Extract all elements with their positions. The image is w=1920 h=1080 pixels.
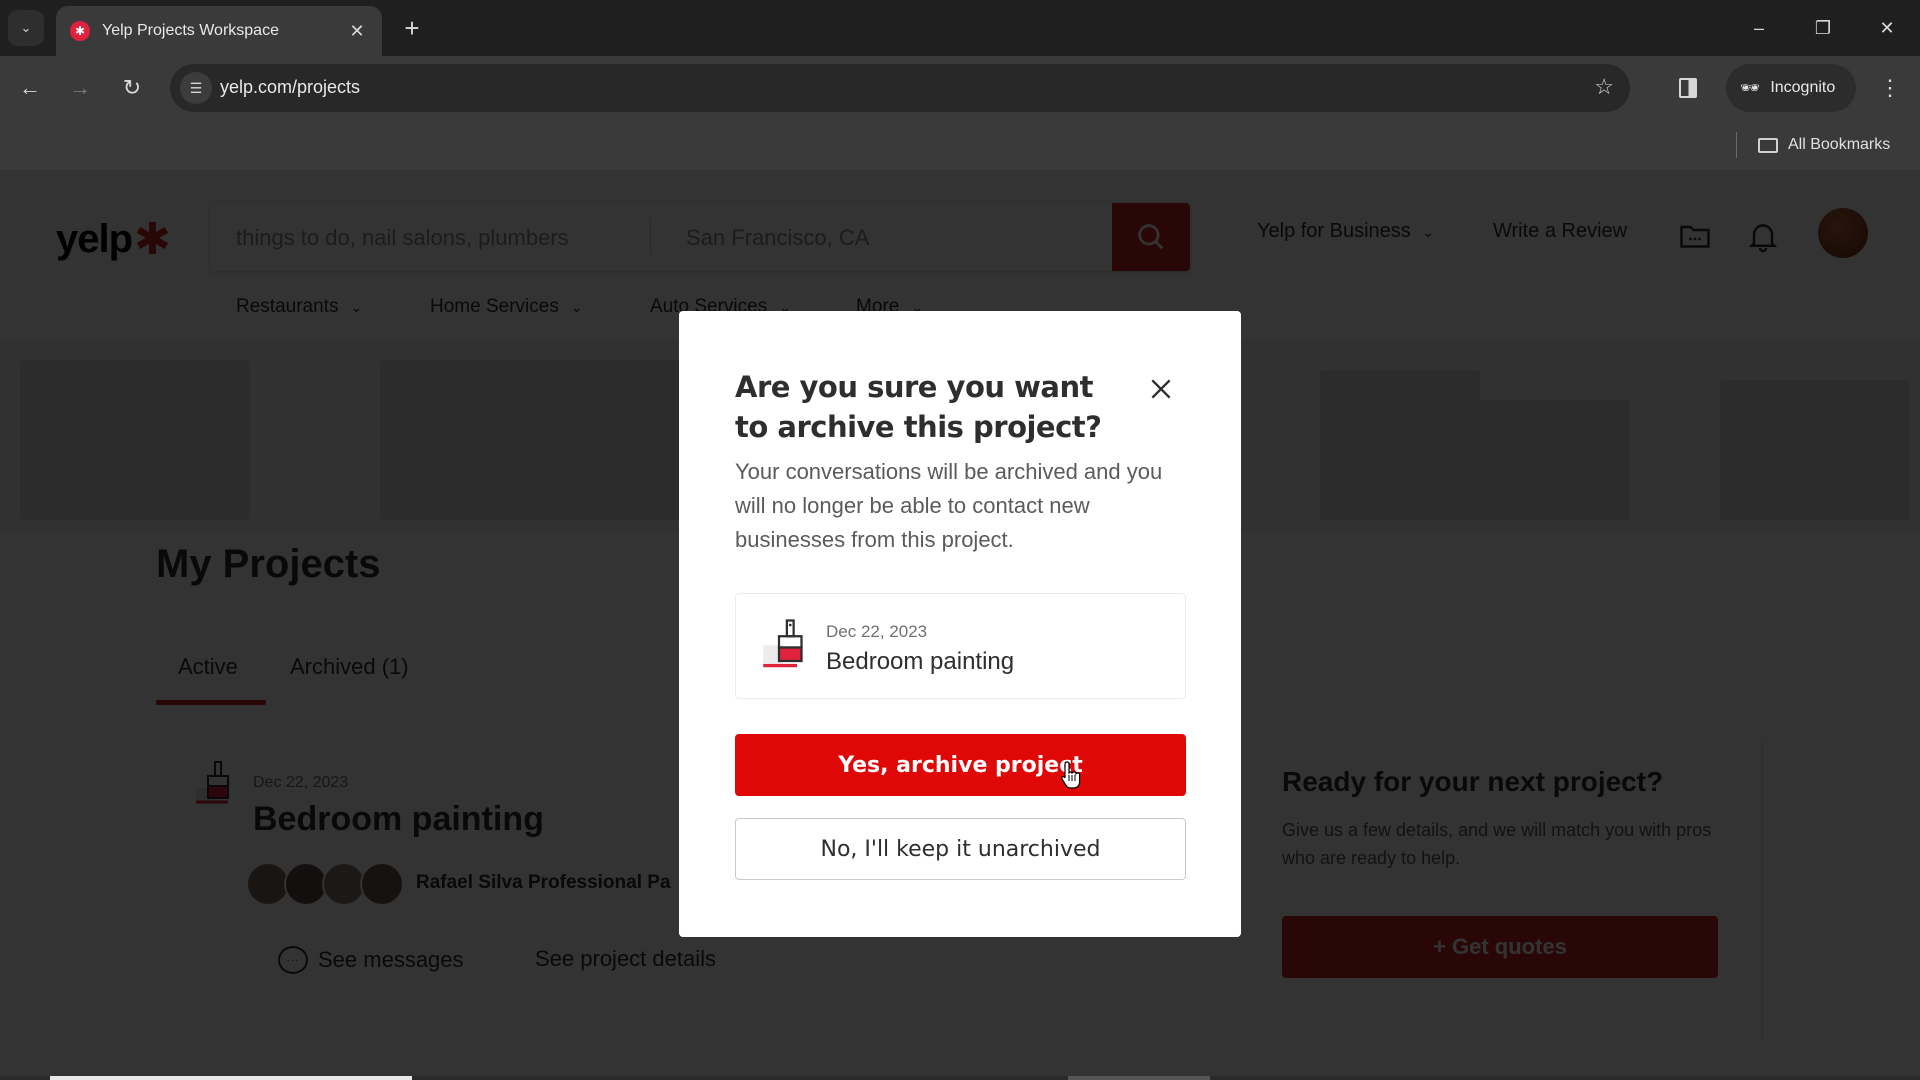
incognito-label: Incognito (1770, 79, 1836, 96)
close-tab-icon[interactable]: ✕ (346, 21, 368, 42)
dialog-body: Your conversations will be archived and … (735, 459, 1163, 552)
incognito-indicator[interactable]: 🕶 Incognito (1726, 64, 1856, 112)
archive-confirm-dialog: Are you sure you want to archive this pr… (679, 311, 1241, 937)
side-panel-button[interactable] (1672, 72, 1704, 104)
dialog-title: Are you sure you want to archive this pr… (735, 370, 1102, 444)
all-bookmarks-button[interactable]: All Bookmarks (1758, 130, 1890, 160)
close-icon (1151, 379, 1171, 399)
project-date: Dec 22, 2023 (826, 622, 928, 641)
tab-search-button[interactable]: ⌄ (8, 10, 44, 46)
chevron-down-icon: ⌄ (20, 20, 32, 35)
scrollbar-segment (1068, 1076, 1210, 1080)
folder-icon (1758, 137, 1778, 153)
close-window-icon[interactable]: ✕ (1864, 10, 1910, 46)
tab-title: Yelp Projects Workspace (102, 22, 279, 39)
all-bookmarks-label: All Bookmarks (1788, 136, 1891, 153)
browser-tab-active[interactable]: ✱ Yelp Projects Workspace ✕ (56, 6, 382, 56)
new-tab-button[interactable]: + (396, 12, 428, 44)
project-title: Bedroom painting (826, 648, 1015, 675)
project-summary-card: Dec 22, 2023 Bedroom painting (735, 593, 1186, 699)
hand-pointer-cursor-icon (1061, 761, 1081, 789)
site-info-icon[interactable]: ☰ (180, 72, 212, 104)
browser-toolbar: ← → ↻ ☰ yelp.com/projects ☆ 🕶 Incognito … (0, 56, 1920, 120)
minimize-icon[interactable]: – (1736, 10, 1782, 46)
url-text[interactable]: yelp.com/projects (220, 77, 360, 98)
forward-arrow-icon[interactable]: → (62, 70, 98, 106)
bookmarks-bar: All Bookmarks (0, 120, 1920, 170)
paintbrush-icon (763, 619, 803, 668)
reload-icon[interactable]: ↻ (114, 70, 150, 106)
side-panel-icon (1679, 78, 1697, 98)
bookmarks-divider (1736, 132, 1737, 158)
close-dialog-button[interactable] (1145, 373, 1177, 405)
incognito-icon: 🕶 (1740, 80, 1761, 97)
kebab-menu-icon[interactable]: ⋮ (1874, 70, 1906, 106)
browser-tab-strip: ⌄ ✱ Yelp Projects Workspace ✕ + – ❐ ✕ (0, 0, 1920, 56)
confirm-archive-button[interactable]: Yes, archive project (735, 734, 1186, 796)
bookmark-star-icon[interactable]: ☆ (1594, 74, 1614, 100)
scrollbar-thumb[interactable] (50, 1076, 412, 1080)
restore-icon[interactable]: ❐ (1800, 10, 1846, 46)
address-bar[interactable]: ☰ yelp.com/projects ☆ (170, 64, 1630, 112)
back-arrow-icon[interactable]: ← (12, 70, 48, 106)
horizontal-scrollbar[interactable] (0, 1076, 1920, 1080)
yelp-favicon-icon: ✱ (70, 21, 90, 41)
cancel-archive-button[interactable]: No, I'll keep it unarchived (735, 818, 1186, 880)
